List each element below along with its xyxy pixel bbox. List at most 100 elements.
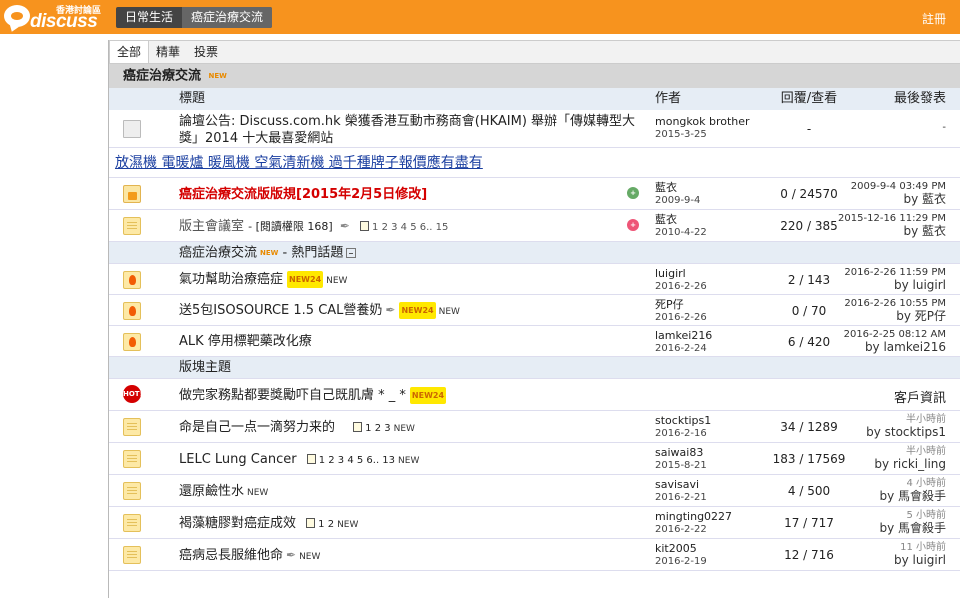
thread-title[interactable]: 癌病忌長服維他命 <box>179 548 283 563</box>
last-post-by[interactable]: by stocktips1 <box>866 426 946 438</box>
col-title: 標題 <box>179 91 206 106</box>
new-label: NEW <box>299 552 321 562</box>
post-date: 2010-4-22 <box>655 227 707 238</box>
hot-topic-row: ALK 停用標靶藥改化療 lamkei216 2016-2-24 6 / 420… <box>109 326 960 357</box>
lock-folder-icon <box>123 185 141 203</box>
thread-row: 還原鹼性水 NEW savisavi 2016-2-21 4 / 500 4 小時… <box>109 475 960 507</box>
hot-topics-header: 癌症治療交流 NEW - 熱門話題 <box>109 242 960 264</box>
topic-title[interactable]: ALK 停用標靶藥改化療 <box>179 333 312 350</box>
author-name[interactable]: kit2005 <box>655 542 707 555</box>
thread-line: 還原鹼性水 NEW <box>179 483 268 502</box>
top-bar: 香港討論區 discuss 日常生活 癌症治療交流 註冊 <box>0 0 960 34</box>
author-name[interactable]: lamkei216 <box>655 329 712 342</box>
collapse-icon[interactable] <box>346 247 357 258</box>
thread-row: LELC Lung Cancer 1 2 3 4 5 6.. 13 NEW sai… <box>109 443 960 475</box>
thread-author: stocktips1 2016-2-16 <box>655 414 711 440</box>
sponsored-title[interactable]: 做完家務點都要獎勵吓自己既肌膚 * _ * <box>179 388 406 403</box>
post-date: 2015-3-25 <box>655 129 707 140</box>
column-header: 標題 作者 回覆/查看 最後發表 <box>109 88 960 110</box>
discuss-logo[interactable]: 香港討論區 discuss <box>4 3 104 32</box>
topic-title[interactable]: 送5包ISOSOURCE 1.5 CAL營養奶 <box>179 303 382 318</box>
filter-poll[interactable]: 投票 <box>187 41 225 63</box>
thread-title[interactable]: 還原鹼性水 <box>179 484 244 499</box>
reply-view-count: 12 / 716 <box>784 548 834 562</box>
author-name[interactable]: 藍衣 <box>655 181 700 194</box>
folder-icon <box>123 514 141 532</box>
reply-view-count: 17 / 717 <box>784 516 834 530</box>
register-link[interactable]: 註冊 <box>922 10 946 27</box>
thread-title[interactable]: 褐藻糖膠對癌症成效 <box>179 516 296 531</box>
last-post-by[interactable]: by 馬會殺手 <box>879 522 946 534</box>
last-post: - <box>942 122 946 133</box>
last-post-by[interactable]: by 藍衣 <box>838 225 946 237</box>
post-date: 2016-2-21 <box>655 492 707 503</box>
page-numbers[interactable]: 1 2 3 4 5 6.. 15 <box>372 222 448 233</box>
last-post: 2016-2-25 08:12 AM by lamkei216 <box>844 329 946 353</box>
last-post-by[interactable]: by luigirl <box>844 279 946 291</box>
author-name[interactable]: mongkok brother <box>655 115 750 128</box>
ad-link[interactable]: 放濕機 電暖爐 暖風機 空氣清新機 過千種牌子報價應有盡有 <box>115 155 483 171</box>
post-date: 2016-2-24 <box>655 343 707 354</box>
board-section-label: 版塊主題 <box>179 360 232 375</box>
announcement-row: 論壇公告: Discuss.com.hk 榮獲香港互動市務商會(HKAIM) 舉… <box>109 110 960 148</box>
author-name[interactable]: saiwai83 <box>655 446 707 459</box>
new24-badge: NEW24 <box>287 271 324 288</box>
hot-section-suffix: - 熱門話題 <box>282 245 344 261</box>
thread-title[interactable]: 命是自己一点一滴努力来的 <box>179 420 335 435</box>
new-tag: NEW <box>260 249 279 257</box>
filter-all[interactable]: 全部 <box>109 41 150 63</box>
last-post-by[interactable]: by 馬會殺手 <box>879 490 946 502</box>
author-name[interactable]: 死P仔 <box>655 298 707 311</box>
author-name[interactable]: 藍衣 <box>655 213 707 226</box>
topic-author: 死P仔 2016-2-26 <box>655 298 707 324</box>
last-post: 2009-9-4 03:49 PM by 藍衣 <box>851 181 946 205</box>
last-post-by[interactable]: by 藍衣 <box>851 193 946 205</box>
sponsored-title-line: 做完家務點都要獎勵吓自己既肌膚 * _ * NEW24 <box>179 387 447 404</box>
page-numbers[interactable]: 1 2 <box>318 519 334 530</box>
admin-icon: + <box>627 219 639 231</box>
folder-icon <box>123 546 141 564</box>
board-topics-header: 版塊主題 <box>109 357 960 379</box>
folder-icon <box>123 418 141 436</box>
announcement-title[interactable]: 論壇公告: Discuss.com.hk 榮獲香港互動市務商會(HKAIM) 舉… <box>179 113 649 147</box>
filter-tabs: 全部 精華 投票 <box>109 40 960 64</box>
page-links: 1 2 3 4 5 6.. 13 <box>306 454 395 466</box>
new-tag: NEW <box>208 72 227 80</box>
page-numbers[interactable]: 1 2 3 4 5 6.. 13 <box>319 455 395 466</box>
tab-daily-life[interactable]: 日常生活 <box>116 7 182 28</box>
multipage-icon <box>306 518 316 528</box>
pinned-title[interactable]: 癌症治療交流版版規[2015年2月5日修改] <box>179 186 427 203</box>
tab-cancer-forum[interactable]: 癌症治療交流 <box>182 7 273 28</box>
thread-title[interactable]: LELC Lung Cancer <box>179 452 297 467</box>
page-numbers[interactable]: 1 2 3 <box>365 423 390 434</box>
announcement-author: mongkok brother 2015-3-25 <box>655 115 750 141</box>
pinned-title[interactable]: 版主會議室 <box>179 219 244 234</box>
speech-bubble-icon <box>4 5 30 27</box>
folder-icon <box>123 482 141 500</box>
last-post-by[interactable]: by lamkei216 <box>844 341 946 353</box>
last-post: 4 小時前 by 馬會殺手 <box>879 478 946 502</box>
pinned-row: 癌症治療交流版版規[2015年2月5日修改] + 藍衣 2009-9-4 0 /… <box>109 178 960 210</box>
filter-digest[interactable]: 精華 <box>149 41 187 63</box>
last-post-by[interactable]: by 死P仔 <box>844 310 946 322</box>
last-post: 半小時前 by ricki_ling <box>874 446 946 470</box>
author-name[interactable]: savisavi <box>655 478 707 491</box>
reply-view-count: 4 / 500 <box>787 484 831 498</box>
reply-view-count: 34 / 1289 <box>780 420 838 434</box>
author-name[interactable]: luigirl <box>655 267 707 280</box>
last-post-by[interactable]: by luigirl <box>894 554 946 566</box>
new24-badge: NEW24 <box>399 302 436 319</box>
last-post-by[interactable]: by ricki_ling <box>874 458 946 470</box>
new-label: NEW <box>247 488 269 498</box>
thread-author: mingting0227 2016-2-22 <box>655 510 732 536</box>
logo-word: discuss <box>30 11 98 32</box>
moderator-icon: + <box>627 187 639 199</box>
post-date: 2016-2-19 <box>655 556 707 567</box>
author-name[interactable]: stocktips1 <box>655 414 711 427</box>
author-name[interactable]: mingting0227 <box>655 510 732 523</box>
forum-board: 全部 精華 投票 癌症治療交流 NEW 標題 作者 回覆/查看 最後發表 論壇公… <box>108 40 960 598</box>
post-date: 2016-2-26 <box>655 312 707 323</box>
topic-title[interactable]: 氣功幫助治療癌症 <box>179 272 283 287</box>
hot-folder-icon <box>123 271 141 289</box>
forum-title[interactable]: 癌症治療交流 <box>123 69 201 84</box>
